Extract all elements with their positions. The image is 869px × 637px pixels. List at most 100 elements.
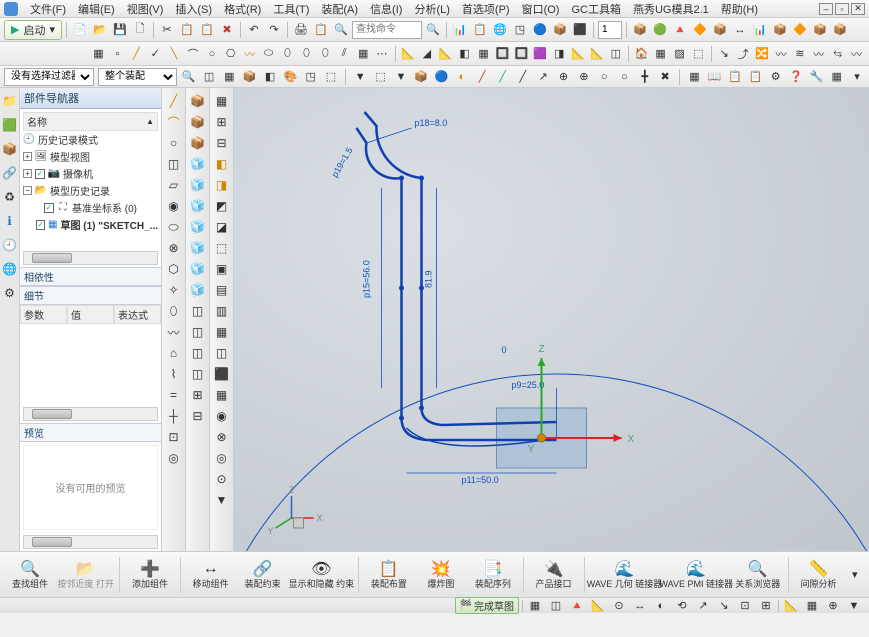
- st-12-icon[interactable]: 📐: [782, 597, 800, 615]
- expand-icon[interactable]: +: [23, 169, 32, 178]
- vt3-2-icon[interactable]: ⊟: [213, 134, 231, 152]
- flt-0-icon[interactable]: 🔍: [181, 68, 197, 86]
- flt-2-icon[interactable]: ▦: [221, 68, 237, 86]
- st-9-icon[interactable]: ↘: [715, 597, 733, 615]
- cmd-constrain[interactable]: 🔗装配约束: [241, 557, 285, 592]
- grp2-a-icon[interactable]: 📊: [451, 21, 469, 39]
- rail-assembly-icon[interactable]: 📦: [3, 142, 17, 156]
- vt1-14-icon[interactable]: ┼: [165, 407, 183, 425]
- vt3-10-icon[interactable]: ▥: [213, 302, 231, 320]
- vt3-13-icon[interactable]: ⬛: [213, 365, 231, 383]
- rail-part-icon[interactable]: 🟩: [3, 118, 17, 132]
- sk-a0-icon[interactable]: ▦: [90, 45, 107, 63]
- cmd-clearance[interactable]: 📏间隙分析: [796, 557, 840, 592]
- cmd-show-hide-constraint[interactable]: 👁显示和隐藏 约束: [293, 557, 351, 592]
- panel-hscroll[interactable]: [23, 535, 158, 549]
- flt-12-icon[interactable]: 📦: [413, 68, 429, 86]
- rail-browser-icon[interactable]: 🌐: [3, 262, 17, 276]
- vt1-10-icon[interactable]: 〰: [165, 323, 183, 341]
- new-file-icon[interactable]: 📄: [71, 21, 89, 39]
- tree-model-view[interactable]: +🖼模型视图: [23, 148, 158, 165]
- filter-select-1[interactable]: 没有选择过滤器: [4, 68, 94, 86]
- flt-r4-icon[interactable]: ⚙: [768, 68, 784, 86]
- vt2-2-icon[interactable]: 📦: [189, 134, 207, 152]
- sk-a4-icon[interactable]: ╲: [166, 45, 183, 63]
- cmd-move-component[interactable]: ↔移动组件: [189, 557, 233, 592]
- vt3-14-icon[interactable]: ▦: [213, 386, 231, 404]
- rail-reuse-icon[interactable]: ♻: [3, 190, 17, 204]
- vt1-2-icon[interactable]: ◫: [165, 155, 183, 173]
- menu-yanxiu[interactable]: 燕秀UG模具2.1: [627, 1, 715, 17]
- vt3-4-icon[interactable]: ◨: [213, 176, 231, 194]
- sk-a15-icon[interactable]: ⋯: [374, 45, 391, 63]
- sk-b8-icon[interactable]: ◨: [551, 45, 568, 63]
- vt2-3-icon[interactable]: 🧊: [189, 155, 207, 173]
- sk-b6-icon[interactable]: 🔲: [513, 45, 530, 63]
- vt3-15-icon[interactable]: ◉: [213, 407, 231, 425]
- sk-c2-icon[interactable]: ▨: [671, 45, 688, 63]
- menu-view[interactable]: 视图(V): [121, 1, 170, 17]
- vt3-19-icon[interactable]: ▼: [213, 491, 231, 509]
- save-icon[interactable]: 💾: [111, 21, 129, 39]
- vt3-3-icon[interactable]: ◧: [213, 155, 231, 173]
- scroll-thumb[interactable]: [32, 409, 72, 419]
- vt2-7-icon[interactable]: 🧊: [189, 239, 207, 257]
- flt-7-icon[interactable]: ⬚: [323, 68, 339, 86]
- cmd-arrangement[interactable]: 📋装配布置: [367, 557, 411, 592]
- st-15-icon[interactable]: ▼: [845, 597, 863, 615]
- tree-datum[interactable]: ✓⛶基准坐标系 (0): [23, 199, 158, 216]
- vt3-9-icon[interactable]: ▤: [213, 281, 231, 299]
- flt-20-icon[interactable]: ⊕: [576, 68, 592, 86]
- vt2-14-icon[interactable]: ⊞: [189, 386, 207, 404]
- grp3-7-icon[interactable]: 📦: [771, 21, 789, 39]
- sk-a13-icon[interactable]: ⫽: [336, 45, 353, 63]
- grp2-c-icon[interactable]: 🌐: [491, 21, 509, 39]
- sk-d4-icon[interactable]: ≋: [791, 45, 808, 63]
- detail-col-expr[interactable]: 表达式: [114, 305, 161, 324]
- sk-d2-icon[interactable]: 🔀: [754, 45, 771, 63]
- print-icon[interactable]: 🖨: [292, 21, 310, 39]
- open-file-icon[interactable]: 📂: [91, 21, 109, 39]
- vt1-11-icon[interactable]: ⌂: [165, 344, 183, 362]
- vt2-10-icon[interactable]: ◫: [189, 302, 207, 320]
- flt-19-icon[interactable]: ⊕: [555, 68, 571, 86]
- flt-13-icon[interactable]: 🔵: [433, 68, 449, 86]
- sk-b5-icon[interactable]: 🔲: [494, 45, 511, 63]
- flt-15-icon[interactable]: ╱: [474, 68, 490, 86]
- sk-c1-icon[interactable]: ▦: [652, 45, 669, 63]
- flt-18-icon[interactable]: ↗: [535, 68, 551, 86]
- sk-arc-icon[interactable]: ⌒: [185, 45, 202, 63]
- vt2-12-icon[interactable]: ◫: [189, 344, 207, 362]
- maximize-button[interactable]: ▫: [835, 3, 849, 15]
- flt-23-icon[interactable]: ╋: [637, 68, 653, 86]
- sk-b3-icon[interactable]: ◧: [456, 45, 473, 63]
- collapse-icon[interactable]: −: [23, 186, 32, 195]
- vt2-0-icon[interactable]: 📦: [189, 92, 207, 110]
- vt1-13-icon[interactable]: =: [165, 386, 183, 404]
- vt2-15-icon[interactable]: ⊟: [189, 407, 207, 425]
- sk-a9-icon[interactable]: ⬭: [260, 45, 277, 63]
- checkbox[interactable]: ✓: [36, 220, 45, 230]
- flt-r3-icon[interactable]: 📋: [747, 68, 763, 86]
- search-go-icon[interactable]: 🔍: [424, 21, 442, 39]
- undo-icon[interactable]: ↶: [245, 21, 263, 39]
- copy-icon[interactable]: 📋: [178, 21, 196, 39]
- vt2-1-icon[interactable]: 📦: [189, 113, 207, 131]
- sk-d6-icon[interactable]: ⥃: [829, 45, 846, 63]
- preview-header[interactable]: 预览: [20, 423, 161, 442]
- st-3-icon[interactable]: 📐: [589, 597, 607, 615]
- grp2-b-icon[interactable]: 📋: [471, 21, 489, 39]
- sk-a7-icon[interactable]: ⎔: [222, 45, 239, 63]
- rail-info-icon[interactable]: ℹ: [3, 214, 17, 228]
- vt3-7-icon[interactable]: ⬚: [213, 239, 231, 257]
- vt3-18-icon[interactable]: ⊙: [213, 470, 231, 488]
- cmd-wave-geom[interactable]: 🌊WAVE 几何 链接器: [592, 557, 656, 592]
- vt2-5-icon[interactable]: 🧊: [189, 197, 207, 215]
- delete-icon[interactable]: ✖: [218, 21, 236, 39]
- vt2-11-icon[interactable]: ◫: [189, 323, 207, 341]
- vt3-8-icon[interactable]: ▣: [213, 260, 231, 278]
- graphics-viewport[interactable]: p15=56.0 81.9 p18=8.0 p19=1.5 p11=50.0 p…: [234, 88, 869, 551]
- vt1-15-icon[interactable]: ⊡: [165, 428, 183, 446]
- st-5-icon[interactable]: ↔: [631, 597, 649, 615]
- grp3-4-icon[interactable]: 📦: [711, 21, 729, 39]
